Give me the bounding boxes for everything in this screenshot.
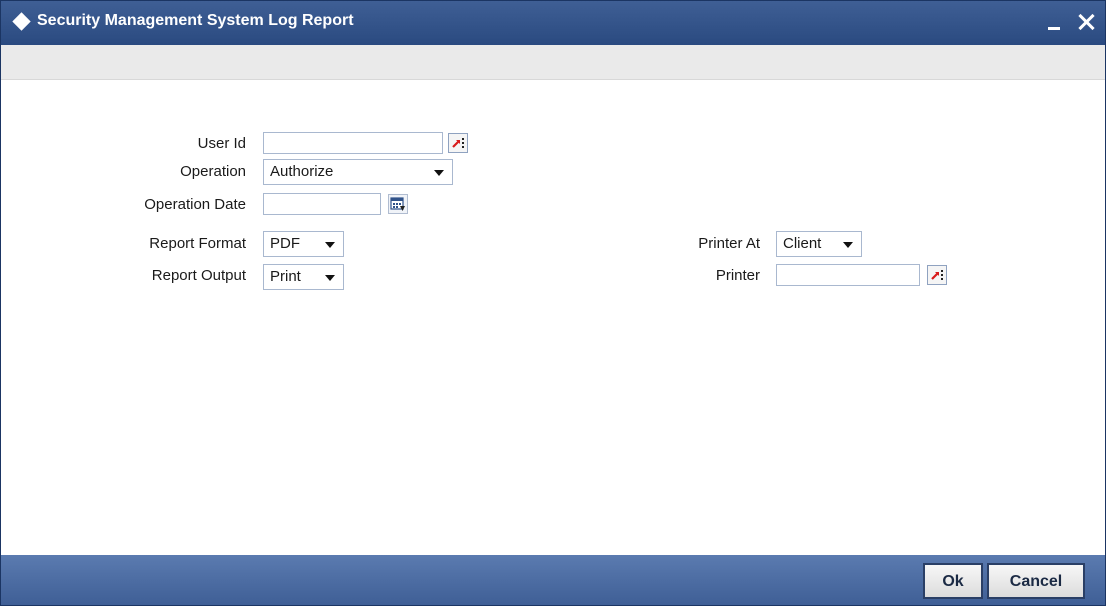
- report-format-selected-value: PDF: [270, 235, 300, 252]
- user-id-label: User Id: [197, 135, 246, 152]
- operation-date-input[interactable]: [263, 193, 381, 215]
- report-output-selected-value: Print: [270, 268, 301, 285]
- printer-at-selected-value: Client: [783, 235, 822, 252]
- operation-select[interactable]: Authorize: [263, 159, 453, 185]
- printer-input[interactable]: [776, 264, 920, 286]
- ok-button[interactable]: Ok: [923, 563, 983, 599]
- report-output-select[interactable]: Print: [263, 264, 344, 290]
- report-output-label: Report Output: [151, 267, 246, 284]
- chevron-down-icon: [434, 170, 444, 176]
- operation-label: Operation: [180, 163, 246, 180]
- user-id-input[interactable]: [263, 132, 443, 154]
- lov-icon: [931, 270, 943, 280]
- title-bar[interactable]: Security Management System Log Report: [1, 1, 1105, 45]
- cancel-button[interactable]: Cancel: [987, 563, 1085, 599]
- lov-icon: [452, 138, 464, 148]
- calendar-button[interactable]: [388, 194, 408, 214]
- printer-at-select[interactable]: Client: [776, 231, 862, 257]
- report-format-select[interactable]: PDF: [263, 231, 344, 257]
- report-window: Security Management System Log Report Us…: [0, 0, 1106, 606]
- diamond-icon: [12, 12, 31, 31]
- chevron-down-icon: [325, 275, 335, 281]
- operation-selected-value: Authorize: [270, 163, 334, 180]
- toolbar-strip: [1, 45, 1105, 80]
- minimize-icon[interactable]: [1041, 7, 1067, 37]
- footer-bar: Ok Cancel: [1, 555, 1105, 605]
- chevron-down-icon: [325, 242, 335, 248]
- report-format-label: Report Format: [149, 235, 246, 252]
- window-title: Security Management System Log Report: [37, 12, 354, 29]
- close-icon[interactable]: [1073, 7, 1099, 37]
- printer-at-label: Printer At: [698, 235, 760, 252]
- chevron-down-icon: [843, 242, 853, 248]
- user-id-lov-button[interactable]: [448, 133, 468, 153]
- printer-label: Printer: [715, 267, 760, 284]
- printer-lov-button[interactable]: [927, 265, 947, 285]
- operation-date-label: Operation Date: [144, 196, 246, 213]
- calendar-icon: [390, 197, 405, 211]
